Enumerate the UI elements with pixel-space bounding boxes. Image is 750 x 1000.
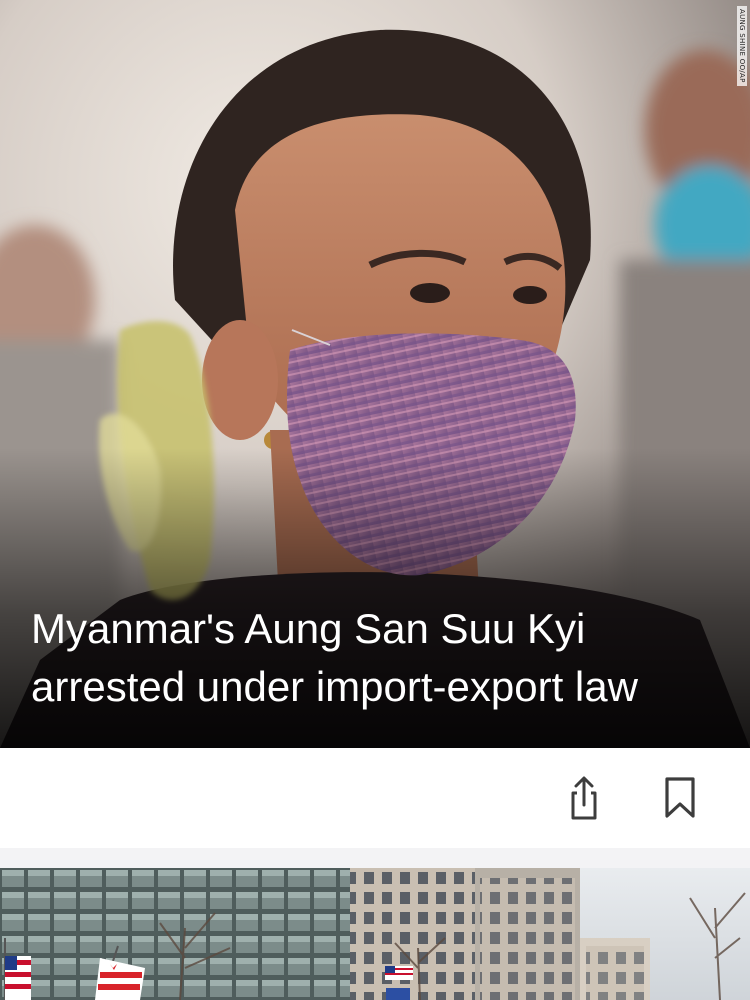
bookmark-button[interactable]	[654, 772, 706, 824]
share-button[interactable]	[558, 772, 610, 824]
next-story-photo	[0, 868, 750, 1000]
bookmark-icon	[665, 777, 695, 818]
photo-credit: AUNG SHINE OO/AP	[737, 6, 747, 86]
next-story-card[interactable]	[0, 868, 750, 1000]
hero-headline[interactable]: Myanmar's Aung San Suu Kyi arrested unde…	[31, 600, 721, 716]
story-action-bar	[0, 748, 750, 848]
article-feed: AUNG SHINE OO/AP Myanmar's Aung San Suu …	[0, 0, 750, 1000]
feed-divider	[0, 848, 750, 868]
hero-story-card[interactable]: AUNG SHINE OO/AP Myanmar's Aung San Suu …	[0, 0, 750, 748]
share-icon	[571, 776, 597, 820]
